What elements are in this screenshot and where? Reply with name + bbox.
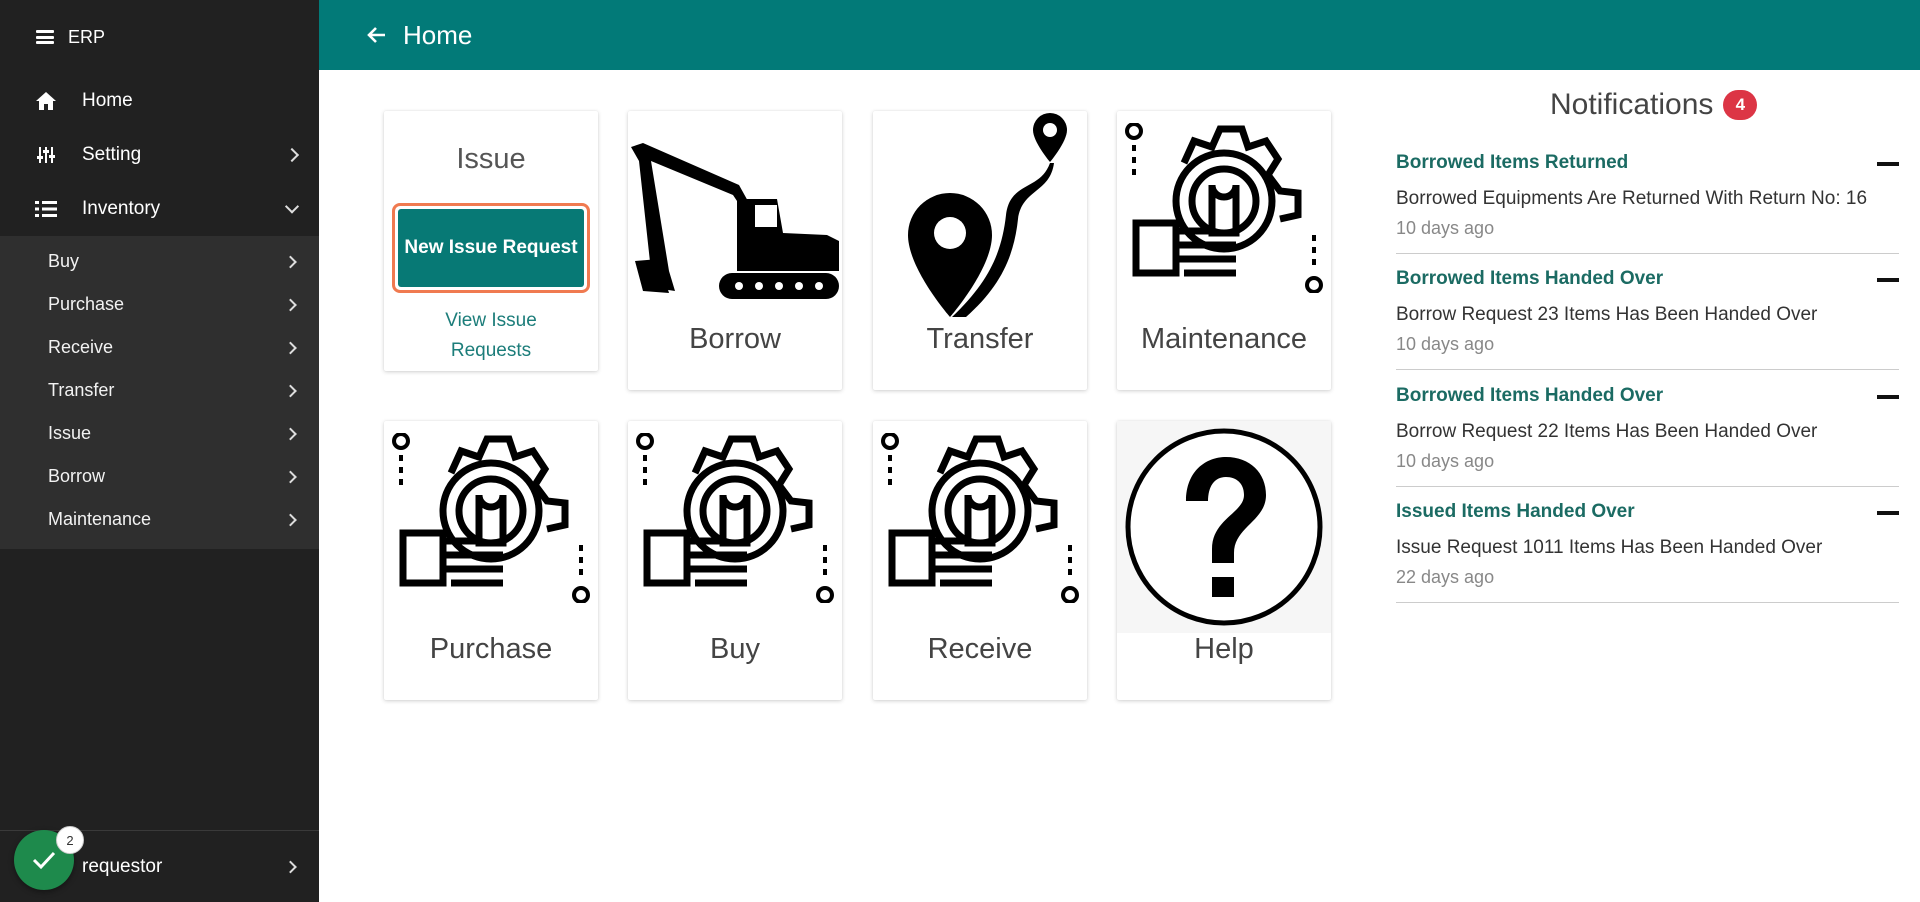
inventory-submenu: Buy Purchase Receive Transfer Issue Borr… — [0, 236, 319, 549]
top-bar: Home — [319, 0, 1920, 70]
sidebar-subitem-buy[interactable]: Buy — [0, 240, 319, 283]
fab-count-badge: 2 — [56, 826, 84, 854]
sidebar-brand: ERP — [0, 0, 319, 74]
notification-time: 10 days ago — [1396, 218, 1495, 238]
sidebar-subitem-transfer[interactable]: Transfer — [0, 369, 319, 412]
borrow-label: Borrow — [689, 323, 781, 355]
sidebar-item-inventory[interactable]: Inventory — [0, 182, 319, 236]
notifications-count-badge: 4 — [1723, 90, 1758, 120]
notification-body: Borrow Request 22 Items Has Been Handed … — [1396, 421, 1818, 442]
purchase-card[interactable]: Purchase — [384, 421, 598, 700]
menu-icon[interactable] — [36, 30, 54, 44]
borrow-card[interactable]: Borrow — [628, 111, 842, 390]
minus-icon[interactable] — [1877, 278, 1899, 282]
new-issue-request-label: New Issue Request — [398, 209, 584, 287]
question-circle-icon — [1117, 427, 1331, 627]
notification-item: Borrowed Items Handed Over Borrow Reques… — [1396, 254, 1899, 370]
minus-icon[interactable] — [1877, 162, 1899, 166]
sidebar-subitem-borrow[interactable]: Borrow — [0, 455, 319, 498]
page-title: Home — [403, 19, 473, 50]
buy-label: Buy — [710, 633, 760, 665]
chevron-right-icon — [284, 860, 297, 873]
sidebar-item-label: Home — [82, 90, 133, 111]
notification-item: Borrowed Items Handed Over Borrow Reques… — [1396, 371, 1899, 487]
sidebar: ERP Home Setting Inventory Buy Purchase … — [0, 0, 319, 902]
maintenance-gear-icon — [1117, 123, 1331, 293]
purchase-gear-icon — [384, 433, 598, 603]
excavator-icon — [628, 141, 842, 311]
subitem-label: Transfer — [48, 380, 115, 400]
view-issue-requests-link[interactable]: View Issue Requests — [384, 306, 598, 366]
chevron-right-icon — [284, 513, 297, 526]
buy-card[interactable]: Buy — [628, 421, 842, 700]
subitem-label: Buy — [48, 251, 80, 271]
notification-body: Borrow Request 23 Items Has Been Handed … — [1396, 304, 1818, 325]
notification-item: Issued Items Handed Over Issue Request 1… — [1396, 487, 1899, 603]
sidebar-subitem-maintenance[interactable]: Maintenance — [0, 498, 319, 541]
buy-gear-icon — [628, 433, 842, 603]
sidebar-subitem-receive[interactable]: Receive — [0, 326, 319, 369]
list-icon — [34, 198, 58, 220]
chevron-right-icon — [284, 427, 297, 440]
receive-label: Receive — [927, 633, 1033, 665]
sidebar-item-home[interactable]: Home — [0, 74, 319, 128]
notification-time: 22 days ago — [1396, 567, 1495, 587]
purchase-label: Purchase — [429, 633, 553, 665]
notification-title: Borrowed Items Handed Over — [1396, 385, 1664, 406]
subitem-label: Purchase — [48, 294, 125, 314]
chevron-right-icon — [284, 147, 300, 163]
notification-time: 10 days ago — [1396, 334, 1495, 354]
chevron-right-icon — [284, 341, 297, 354]
subitem-label: Issue — [48, 423, 92, 443]
transfer-card[interactable]: Transfer — [873, 111, 1087, 390]
sidebar-subitem-issue[interactable]: Issue — [0, 412, 319, 455]
sliders-icon — [34, 144, 58, 166]
receive-card[interactable]: Receive — [873, 421, 1087, 700]
chevron-right-icon — [284, 255, 297, 268]
map-route-icon — [873, 111, 1087, 321]
notification-body: Borrowed Equipments Are Returned With Re… — [1396, 188, 1868, 209]
sidebar-subitem-purchase[interactable]: Purchase — [0, 283, 319, 326]
notification-body: Issue Request 1011 Items Has Been Handed… — [1396, 537, 1823, 558]
chevron-down-icon — [284, 199, 300, 214]
transfer-label: Transfer — [926, 323, 1034, 355]
help-card[interactable]: Help — [1117, 421, 1331, 700]
maintenance-card[interactable]: Maintenance — [1117, 111, 1331, 390]
home-icon — [34, 90, 58, 112]
maintenance-label: Maintenance — [1140, 323, 1308, 355]
chevron-right-icon — [284, 298, 297, 311]
check-icon — [32, 851, 56, 870]
new-issue-request-button[interactable]: New Issue Request — [392, 203, 590, 293]
help-label: Help — [1194, 633, 1254, 665]
sidebar-item-setting[interactable]: Setting — [0, 128, 319, 182]
chevron-right-icon — [284, 470, 297, 483]
sidebar-item-label: Setting — [82, 144, 142, 165]
notification-time: 10 days ago — [1396, 451, 1495, 471]
notification-title: Borrowed Items Returned — [1396, 152, 1629, 173]
subitem-label: Borrow — [48, 466, 106, 486]
user-name: requestor — [82, 855, 163, 877]
issue-card: Issue New Issue Request View Issue Reque… — [384, 111, 598, 371]
issue-card-title: Issue — [456, 143, 526, 175]
minus-icon[interactable] — [1877, 511, 1899, 515]
subitem-label: Maintenance — [48, 509, 152, 529]
receive-gear-icon — [873, 433, 1087, 603]
brand-label: ERP — [68, 26, 106, 47]
subitem-label: Receive — [48, 337, 114, 357]
notification-item: Borrowed Items Returned Borrowed Equipme… — [1396, 138, 1899, 254]
notification-title: Borrowed Items Handed Over — [1396, 268, 1664, 289]
back-arrow-icon[interactable] — [365, 24, 387, 46]
chevron-right-icon — [284, 384, 297, 397]
sidebar-item-label: Inventory — [82, 198, 161, 219]
minus-icon[interactable] — [1877, 395, 1899, 399]
notification-title: Issued Items Handed Over — [1396, 501, 1635, 522]
notifications-header: Notifications 4 — [1550, 88, 1758, 122]
notifications-title: Notifications — [1550, 88, 1714, 121]
